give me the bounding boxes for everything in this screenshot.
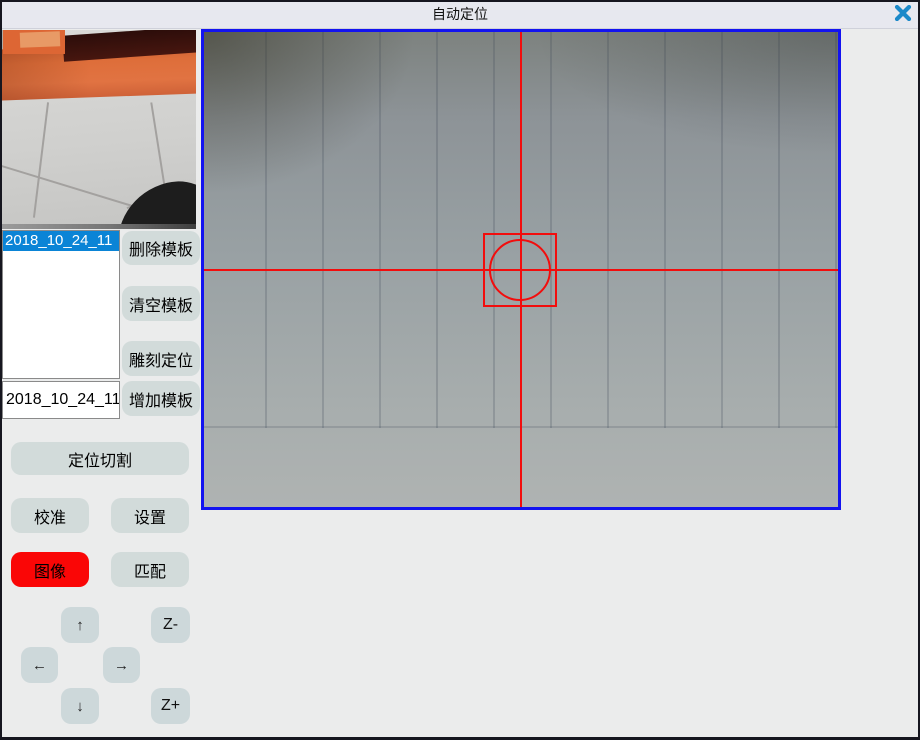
close-button[interactable] [893, 6, 913, 24]
clear-template-button[interactable]: 清空模板 [122, 286, 200, 321]
camera-thumbnail [2, 30, 196, 229]
template-name-input[interactable] [2, 381, 120, 419]
thumbnail-tile-line [2, 164, 135, 207]
settings-button[interactable]: 设置 [111, 498, 189, 533]
image-button[interactable]: 图像 [11, 552, 89, 587]
close-icon [894, 5, 912, 26]
match-region-circle [489, 239, 551, 301]
calibrate-button[interactable]: 校准 [11, 498, 89, 533]
add-template-button[interactable]: 增加模板 [122, 381, 200, 416]
match-button[interactable]: 匹配 [111, 552, 189, 587]
jog-z-minus-button[interactable]: Z- [151, 607, 190, 643]
position-cut-button[interactable]: 定位切割 [11, 442, 189, 475]
jog-right-button[interactable]: → [103, 647, 140, 683]
jog-z-plus-button[interactable]: Z+ [151, 688, 190, 724]
jog-up-button[interactable]: ↑ [61, 607, 99, 643]
delete-template-button[interactable]: 删除模板 [122, 231, 200, 265]
thumbnail-dark-object [105, 170, 196, 229]
title-bar: 自动定位 [0, 0, 920, 29]
jog-down-button[interactable]: ↓ [61, 688, 99, 724]
engrave-position-button[interactable]: 雕刻定位 [122, 341, 200, 376]
jog-left-button[interactable]: ← [21, 647, 58, 683]
thumbnail-post-label [20, 31, 60, 47]
template-list-item[interactable]: 2018_10_24_11 [3, 231, 119, 251]
thumbnail-bottom-shadow [2, 224, 196, 229]
thumbnail-tile-line [150, 102, 165, 187]
template-list[interactable]: 2018_10_24_11 [2, 230, 120, 379]
camera-view [201, 29, 841, 510]
window-title: 自动定位 [0, 0, 920, 28]
thumbnail-tile-line [33, 102, 49, 217]
